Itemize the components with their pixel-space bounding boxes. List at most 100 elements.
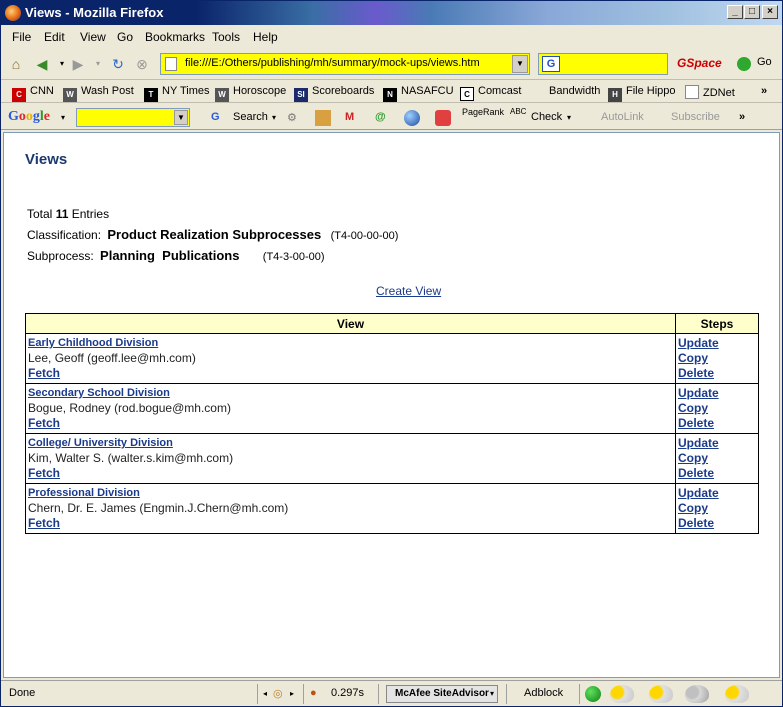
fetch-link[interactable]: Fetch [28,366,673,381]
close-button[interactable]: × [762,5,778,19]
delete-link[interactable]: Delete [678,516,756,531]
bookmark-bandwidth[interactable]: Bandwidth [549,85,600,97]
page-icon [165,57,177,71]
nasafcu-icon: N [383,88,397,102]
menu-tools[interactable]: Tools [212,30,240,44]
google-toolbar-overflow-icon[interactable]: » [739,111,745,123]
division-link[interactable]: Early Childhood Division [28,336,673,351]
adblock-button[interactable]: Adblock [524,687,563,699]
back-icon[interactable]: ◀ [33,55,51,73]
check-button[interactable]: Check [531,111,562,123]
google-search-engine-icon[interactable]: G [542,56,560,72]
menu-file[interactable]: File [12,30,31,44]
delete-link[interactable]: Delete [678,466,756,481]
menu-help[interactable]: Help [253,30,278,44]
total-entries: Total 11 Entries [27,207,110,221]
autolink-button[interactable]: AutoLink [601,111,644,123]
bookmark-ny-times[interactable]: T NY Times [144,85,209,102]
go-icon[interactable] [737,57,751,71]
update-link[interactable]: Update [678,386,756,401]
wash-post-icon: W [63,88,77,102]
google-search-input[interactable]: ▼ [76,108,190,127]
file-hippo-icon: H [608,88,622,102]
subprocess-label: Subprocess: [27,249,94,263]
division-link[interactable]: College/ University Division [28,436,673,451]
go-button[interactable]: Go [757,56,772,68]
browser-window: Views - Mozilla Firefox _ □ × File Edit … [0,0,783,707]
scroll-right-icon[interactable]: ▸ [290,689,294,698]
status-divider [378,684,379,704]
home-icon[interactable]: ⌂ [7,55,25,73]
view-cell: Early Childhood Division Lee, Geoff (geo… [25,333,676,384]
contact-person: Kim, Walter S. (walter.s.kim@mh.com) [28,451,234,465]
url-text: file:///E:/Others/publishing/mh/summary/… [185,57,480,69]
news-icon[interactable] [315,110,331,126]
copy-link[interactable]: Copy [678,451,756,466]
check-dropdown-icon[interactable]: ▾ [567,113,571,122]
menu-go[interactable]: Go [117,30,133,44]
menu-view[interactable]: View [80,30,106,44]
update-link[interactable]: Update [678,436,756,451]
google-search-button[interactable]: Search [233,111,268,123]
abc-check-icon: ABC [510,107,527,116]
reload-icon[interactable]: ↻ [109,55,127,73]
update-link[interactable]: Update [678,486,756,501]
bookmark-zdnet[interactable]: ZDNet [685,85,735,99]
gspace-button[interactable]: GSpace [677,56,722,70]
bookmark-file-hippo[interactable]: H File Hippo [608,85,676,102]
weather-partly-cloudy-icon[interactable] [649,685,673,703]
copy-link[interactable]: Copy [678,401,756,416]
division-link[interactable]: Professional Division [28,486,673,501]
weather-cloudy-icon[interactable] [685,685,709,703]
forward-icon[interactable]: ▶ [69,55,87,73]
menu-bookmarks[interactable]: Bookmarks [145,30,205,44]
blogger-icon[interactable] [435,110,451,126]
search-highlight-icon[interactable]: ⚙ [287,111,297,124]
fetch-link[interactable]: Fetch [28,516,673,531]
mcafee-dropdown-icon[interactable]: ▾ [490,689,494,698]
table-row: Early Childhood Division Lee, Geoff (geo… [25,333,759,384]
gmail-icon[interactable]: M [345,111,354,123]
update-link[interactable]: Update [678,336,756,351]
mcafee-siteadvisor-button[interactable]: McAfee SiteAdvisor [386,685,498,703]
bookmark-scoreboards[interactable]: SI Scoreboards [294,85,374,102]
subscribe-button[interactable]: Subscribe [671,111,720,123]
weather-partly-cloudy-icon[interactable] [610,685,634,703]
google-logo[interactable]: Google [8,109,50,125]
earth-icon[interactable] [404,110,420,126]
stop-icon[interactable]: ⊗ [133,55,151,73]
copy-link[interactable]: Copy [678,351,756,366]
bookmark-nasafcu[interactable]: N NASAFCU [383,85,454,102]
search-dropdown-icon[interactable]: ▾ [272,113,276,122]
delete-link[interactable]: Delete [678,366,756,381]
bookmark-cnn[interactable]: C CNN [12,85,54,102]
delete-link[interactable]: Delete [678,416,756,431]
create-view-link[interactable]: Create View [376,284,441,298]
weather-partly-cloudy-icon[interactable] [725,685,749,703]
horoscope-icon: W [215,88,229,102]
ny-times-icon: T [144,88,158,102]
google-menu-dropdown-icon[interactable]: ▾ [61,113,65,122]
url-bar[interactable]: file:///E:/Others/publishing/mh/summary/… [160,53,530,75]
division-link[interactable]: Secondary School Division [28,386,673,401]
spell-icon[interactable]: @ [375,111,386,123]
bookmark-wash-post[interactable]: W Wash Post [63,85,134,102]
menu-edit[interactable]: Edit [44,30,65,44]
status-divider [506,684,507,704]
search-box[interactable]: G [538,53,668,75]
forward-dropdown-icon[interactable]: ▾ [89,55,107,73]
minimize-button[interactable]: _ [727,5,743,19]
scroll-left-icon[interactable]: ◂ [263,689,267,698]
url-dropdown-icon[interactable]: ▼ [512,55,528,73]
steps-cell: Update Copy Delete [675,483,759,534]
menu-bar: File Edit View Go Bookmarks Tools Help [1,27,782,47]
fetch-link[interactable]: Fetch [28,466,673,481]
steps-cell: Update Copy Delete [675,383,759,434]
copy-link[interactable]: Copy [678,501,756,516]
google-search-dropdown-icon[interactable]: ▼ [174,110,188,125]
maximize-button[interactable]: □ [744,5,760,19]
fetch-link[interactable]: Fetch [28,416,673,431]
bookmark-horoscope[interactable]: W Horoscope [215,85,286,102]
bookmark-comcast[interactable]: C Comcast [460,85,521,101]
bookmarks-overflow-icon[interactable]: » [761,85,767,97]
